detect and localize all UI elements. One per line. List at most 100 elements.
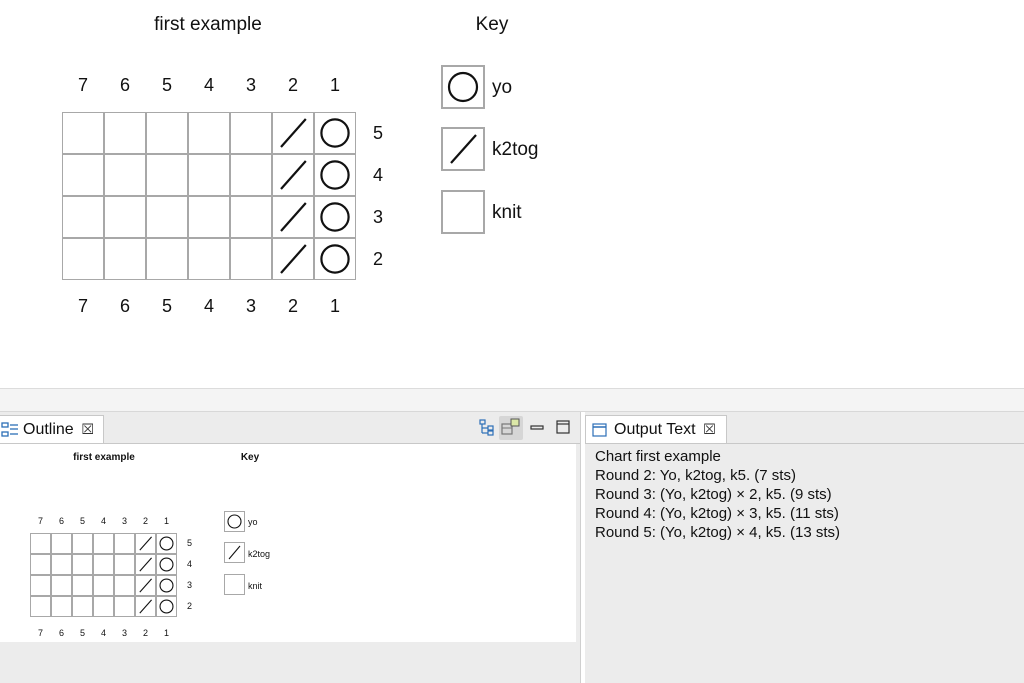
- stitch-cell-knit[interactable]: [230, 196, 272, 238]
- slash-icon: [139, 599, 152, 614]
- close-icon[interactable]: ⮽: [82, 421, 94, 438]
- circle-icon: [320, 160, 350, 190]
- stitch-cell-knit: [114, 554, 135, 575]
- stitch-cell-k2tog[interactable]: [272, 154, 314, 196]
- window-icon: [592, 422, 607, 437]
- column-number: 5: [79, 628, 85, 638]
- stitch-cell-k2tog: [135, 596, 156, 617]
- outline-key-symbol-k2tog: [224, 542, 245, 563]
- stitch-cell-knit: [30, 596, 51, 617]
- row-number: 5: [372, 123, 383, 143]
- stitch-cell-k2tog[interactable]: [272, 112, 314, 154]
- slash-icon: [280, 118, 307, 148]
- column-number: 1: [329, 296, 340, 316]
- stitch-cell-yo: [156, 533, 177, 554]
- stitch-cell-knit[interactable]: [62, 238, 104, 280]
- outline-layout-button[interactable]: [499, 416, 523, 440]
- column-number: 7: [77, 75, 88, 95]
- stitch-cell-knit: [51, 575, 72, 596]
- column-number: 6: [119, 296, 130, 316]
- output-text-area[interactable]: Chart first example Round 2: Yo, k2tog, …: [589, 444, 1024, 683]
- column-number: 6: [58, 628, 64, 638]
- stitch-cell-knit: [114, 575, 135, 596]
- column-number: 1: [163, 516, 169, 526]
- circle-icon: [447, 71, 479, 103]
- column-number: 1: [329, 75, 340, 95]
- stitch-cell-knit[interactable]: [230, 112, 272, 154]
- outline-chart-title: first example: [73, 452, 135, 463]
- outline-key-label-k2tog: k2tog: [248, 549, 271, 559]
- output-tabbar: Output Text ⮽: [585, 412, 1024, 444]
- stitch-cell-knit[interactable]: [104, 154, 146, 196]
- row-number: 3: [372, 207, 383, 227]
- tab-output-text-label: Output Text: [614, 420, 696, 438]
- outline-icon: [1, 421, 18, 437]
- stitch-cell-k2tog[interactable]: [272, 196, 314, 238]
- row-number: 2: [186, 601, 192, 611]
- stitch-cell-yo[interactable]: [314, 238, 356, 280]
- stitch-cell-knit[interactable]: [188, 238, 230, 280]
- column-number: 2: [287, 296, 298, 316]
- close-icon[interactable]: ⮽: [704, 421, 716, 438]
- minimize-icon[interactable]: [528, 418, 546, 436]
- column-number: 1: [163, 628, 169, 638]
- stitch-cell-knit: [51, 533, 72, 554]
- stitch-cell-knit[interactable]: [104, 112, 146, 154]
- stitch-cell-k2tog: [135, 554, 156, 575]
- maximize-icon[interactable]: [554, 418, 572, 436]
- circle-icon: [159, 536, 174, 551]
- output-line: Round 4: (Yo, k2tog) × 3, k5. (11 sts): [595, 505, 839, 522]
- circle-icon: [159, 599, 174, 614]
- column-number: 2: [142, 516, 148, 526]
- stitch-cell-knit[interactable]: [188, 112, 230, 154]
- stitch-cell-knit: [72, 575, 93, 596]
- column-number: 4: [203, 75, 214, 95]
- stitch-cell-knit[interactable]: [188, 154, 230, 196]
- output-line: Chart first example: [595, 448, 721, 465]
- stitch-cell-knit[interactable]: [62, 154, 104, 196]
- circle-icon: [320, 118, 350, 148]
- stitch-cell-knit[interactable]: [146, 196, 188, 238]
- stitch-cell-knit[interactable]: [146, 238, 188, 280]
- chart-editor: first example Key 7 6 5 4 3 2 1 5 4 3 2 7 6 5 4 3 2 1 y…: [0, 0, 1024, 388]
- slash-icon: [450, 134, 477, 164]
- outline-key-label-yo: yo: [248, 517, 258, 527]
- outline-key-symbol-knit: [224, 574, 245, 595]
- stitch-cell-knit: [30, 533, 51, 554]
- stitch-cell-yo[interactable]: [314, 112, 356, 154]
- row-number: 5: [186, 538, 192, 548]
- stitch-cell-knit[interactable]: [146, 154, 188, 196]
- key-title: Key: [475, 14, 509, 35]
- stitch-cell-knit[interactable]: [104, 238, 146, 280]
- key-symbol-knit: [441, 190, 485, 234]
- outline-tabbar: Outline ⮽: [0, 412, 580, 444]
- column-number: 7: [37, 516, 43, 526]
- outline-view: Outline ⮽ first example Key 7 6 5 4 3 2 …: [0, 412, 581, 683]
- stitch-cell-knit[interactable]: [62, 112, 104, 154]
- stitch-cell-knit: [93, 554, 114, 575]
- stitch-cell-knit: [114, 533, 135, 554]
- outline-tree-icon[interactable]: [478, 418, 496, 436]
- stitch-cell-k2tog[interactable]: [272, 238, 314, 280]
- column-number: 4: [100, 516, 106, 526]
- stitch-cell-knit: [93, 533, 114, 554]
- stitch-cell-knit[interactable]: [146, 112, 188, 154]
- outline-layout-icon: [501, 418, 520, 435]
- stitch-cell-knit[interactable]: [104, 196, 146, 238]
- column-number: 3: [245, 296, 256, 316]
- stitch-cell-yo: [156, 575, 177, 596]
- sash[interactable]: [0, 389, 1024, 412]
- column-number: 6: [119, 75, 130, 95]
- outline-key-symbol-yo: [224, 511, 245, 532]
- stitch-cell-knit[interactable]: [230, 238, 272, 280]
- outline-key-label-knit: knit: [248, 581, 263, 591]
- stitch-cell-yo[interactable]: [314, 196, 356, 238]
- stitch-cell-knit[interactable]: [188, 196, 230, 238]
- tab-output-text[interactable]: Output Text ⮽: [585, 415, 727, 443]
- stitch-cell-knit[interactable]: [62, 196, 104, 238]
- column-number: 7: [77, 296, 88, 316]
- stitch-cell-yo[interactable]: [314, 154, 356, 196]
- stitch-cell-knit[interactable]: [230, 154, 272, 196]
- tab-outline[interactable]: Outline ⮽: [0, 415, 104, 443]
- output-text-view: Output Text ⮽ Chart first example Round …: [585, 412, 1024, 683]
